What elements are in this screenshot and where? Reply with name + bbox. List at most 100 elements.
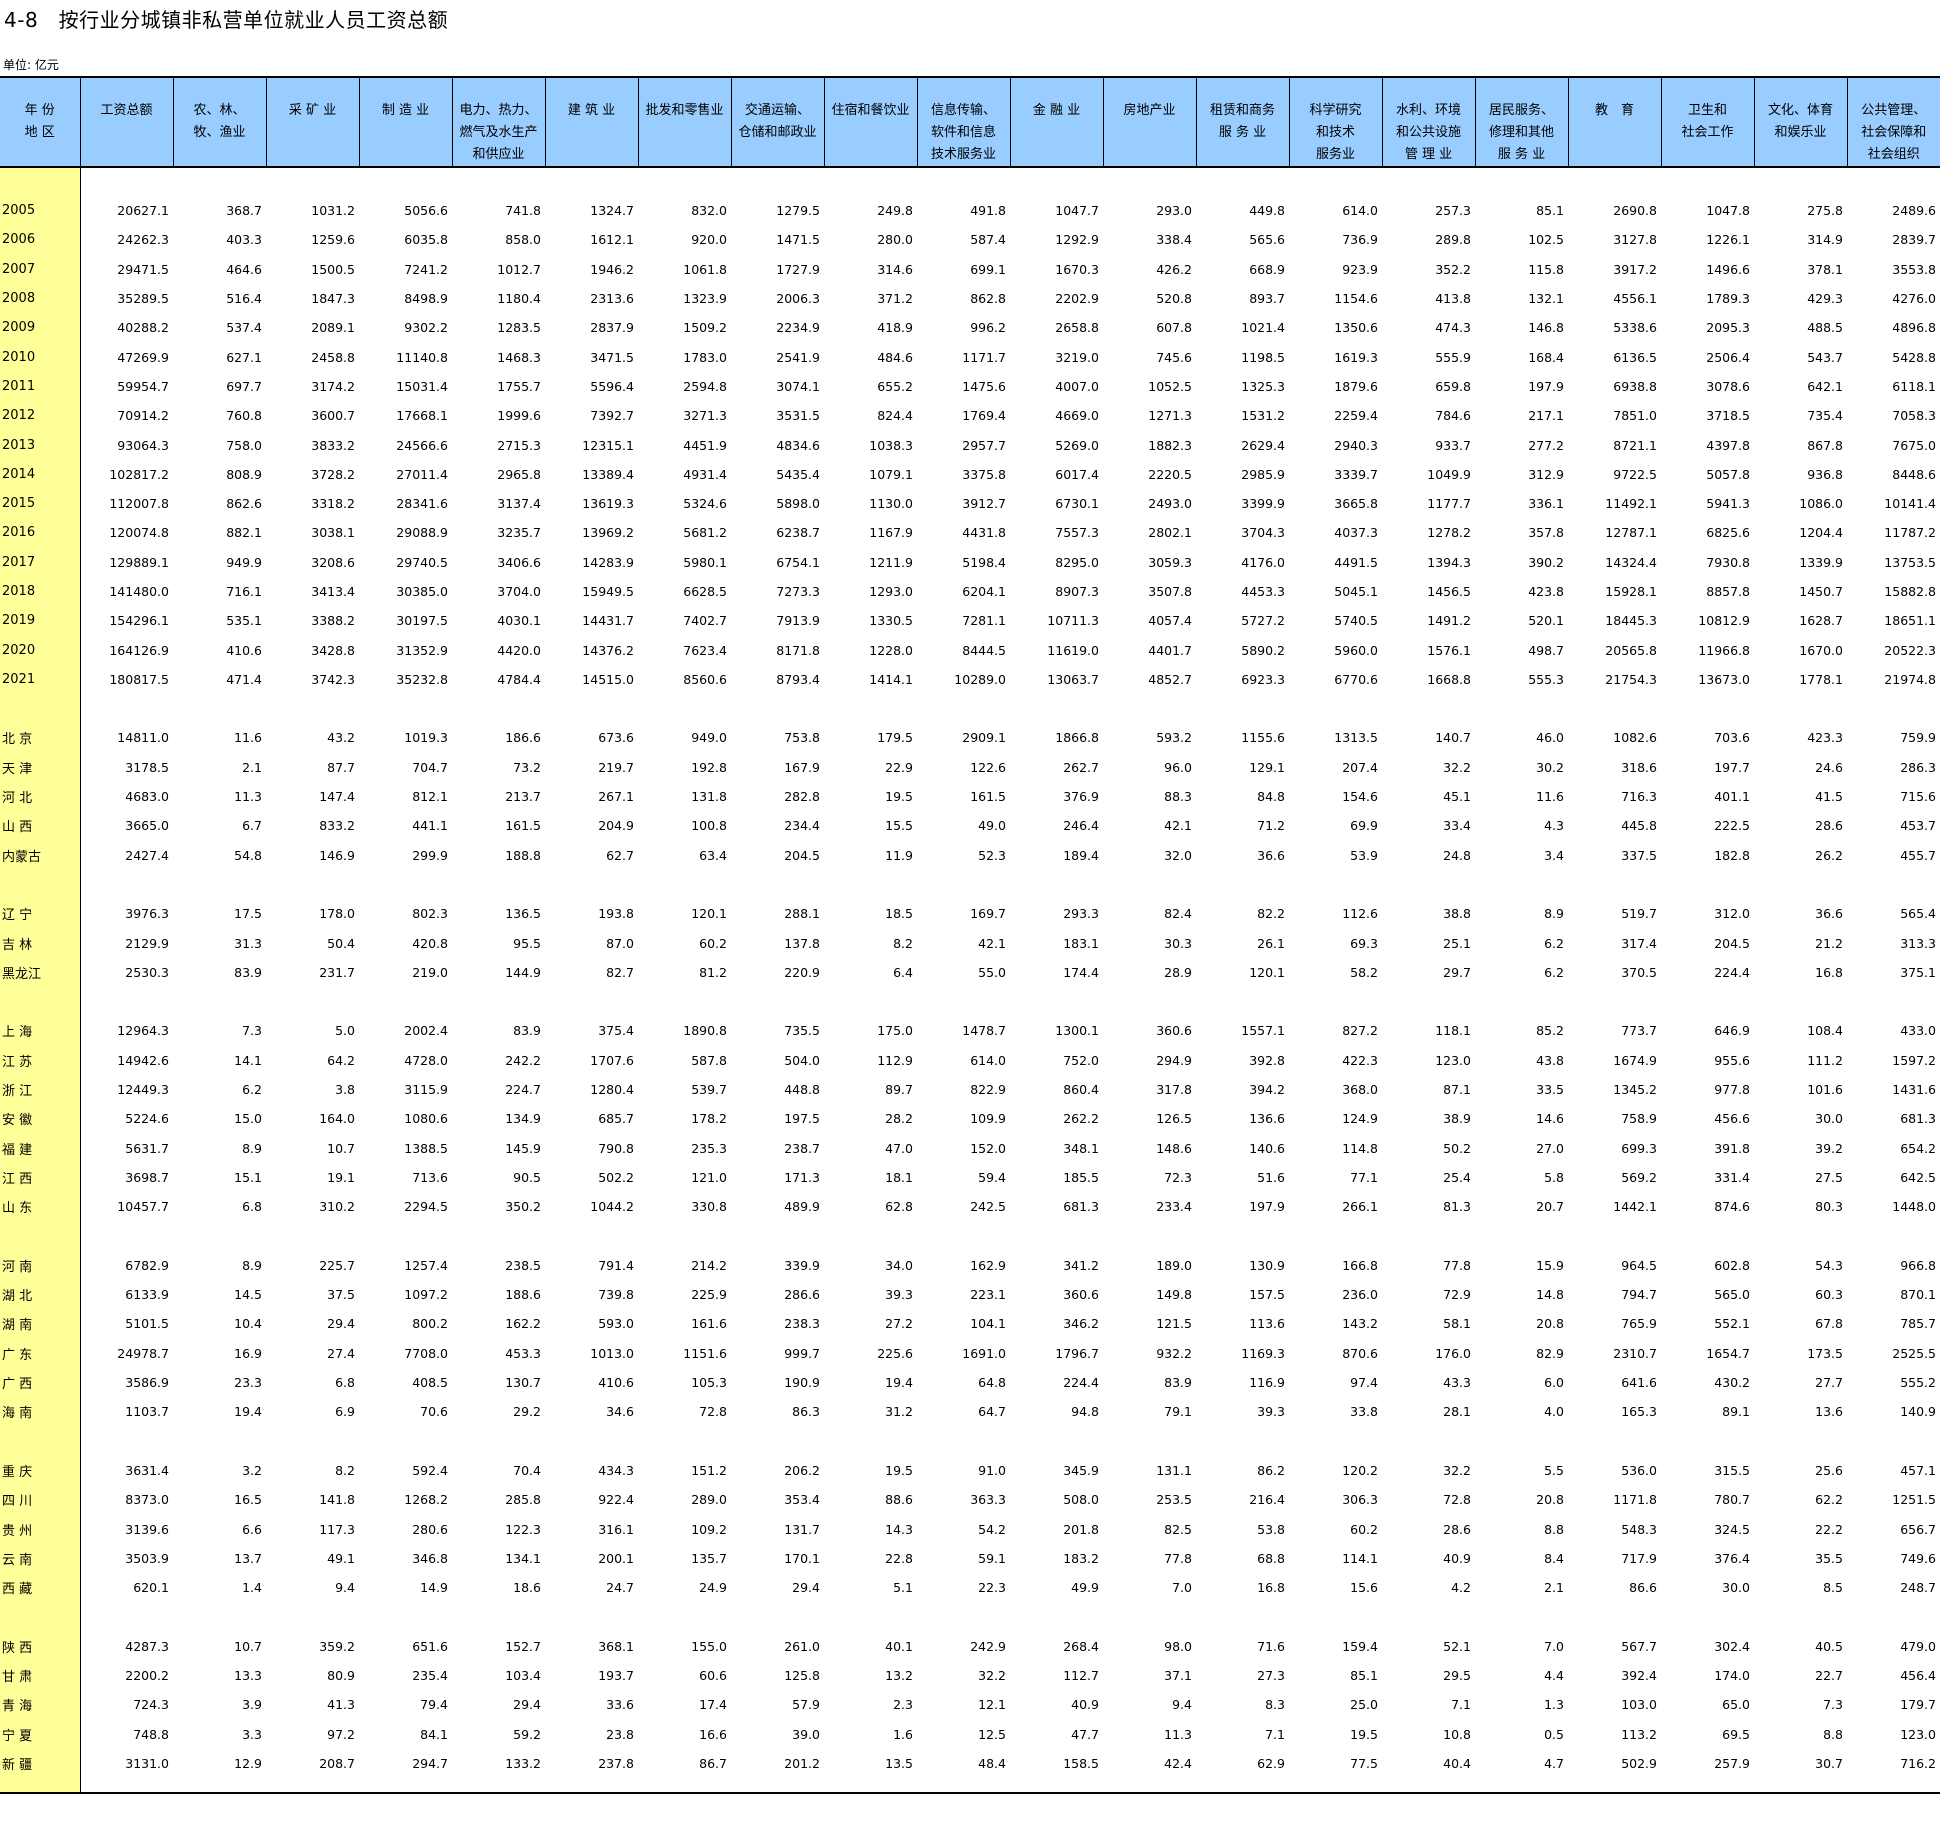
data-cell: 189.0 bbox=[1156, 1257, 1192, 1273]
empty-cell bbox=[1382, 1221, 1475, 1250]
data-cell: 1557.1 bbox=[1241, 1023, 1285, 1039]
header-row: 年 份 地 区 工资总额 农、林、 牧、渔业采 矿 业制 造 业电力、热力、 燃气… bbox=[0, 77, 1940, 167]
row-label: 西 藏 bbox=[0, 1572, 81, 1603]
data-cell: 236.0 bbox=[1342, 1287, 1378, 1303]
data-cell: 161.5 bbox=[970, 789, 1006, 805]
table-row: 海 南 1103.7 19.4 6.9 70.6 29.2 34.6 72.8 86.3 31.2… bbox=[0, 1397, 1940, 1427]
data-cell: 1038.3 bbox=[869, 437, 913, 453]
data-cell: 27.0 bbox=[1536, 1140, 1564, 1156]
data-cell: 233.4 bbox=[1156, 1199, 1192, 1215]
data-cell: 59954.7 bbox=[117, 378, 169, 394]
data-cell: 484.6 bbox=[877, 349, 913, 365]
data-cell: 430.2 bbox=[1714, 1375, 1750, 1391]
data-cell: 1047.7 bbox=[1055, 203, 1099, 219]
empty-cell bbox=[1475, 1778, 1568, 1795]
empty-cell bbox=[1289, 1221, 1382, 1250]
data-cell: 12964.3 bbox=[117, 1023, 169, 1039]
column-header: 工资总额 bbox=[79, 77, 173, 167]
empty-cell bbox=[1196, 167, 1289, 196]
row-label: 2007 bbox=[0, 254, 81, 284]
data-cell: 403.3 bbox=[226, 232, 262, 248]
table-row: 2009 40288.2 537.4 2089.1 9302.2 1283.5 2837.9… bbox=[0, 313, 1940, 343]
data-cell: 5890.2 bbox=[1241, 642, 1285, 658]
table-row: 江 苏 14942.6 14.1 64.2 4728.0 242.2 1707.6 587.8… bbox=[0, 1045, 1940, 1075]
data-cell: 29.4 bbox=[792, 1580, 820, 1596]
data-cell: 4030.1 bbox=[497, 613, 541, 629]
data-cell: 77.5 bbox=[1350, 1755, 1378, 1771]
data-cell: 964.5 bbox=[1621, 1257, 1657, 1273]
data-cell: 862.6 bbox=[226, 496, 262, 512]
data-cell: 3078.6 bbox=[1706, 378, 1750, 394]
data-cell: 49.1 bbox=[327, 1550, 355, 1566]
data-cell: 2129.9 bbox=[125, 935, 169, 951]
data-cell: 85.2 bbox=[1536, 1023, 1564, 1039]
data-cell: 642.1 bbox=[1807, 378, 1843, 394]
empty-cell bbox=[80, 870, 173, 899]
column-header: 居民服务、 修理和其他 服 务 业 bbox=[1474, 77, 1568, 167]
data-cell: 164126.9 bbox=[109, 642, 169, 658]
spacer-row bbox=[0, 167, 1940, 196]
empty-cell bbox=[545, 987, 638, 1016]
data-cell: 790.8 bbox=[598, 1140, 634, 1156]
data-cell: 25.4 bbox=[1443, 1169, 1471, 1185]
data-cell: 69.5 bbox=[1722, 1726, 1750, 1742]
data-cell: 58.2 bbox=[1350, 964, 1378, 980]
row-label: 黑龙江 bbox=[0, 957, 81, 988]
row-label-spacer bbox=[0, 1426, 81, 1456]
data-cell: 178.0 bbox=[319, 906, 355, 922]
data-cell: 175.0 bbox=[877, 1023, 913, 1039]
data-cell: 30.3 bbox=[1164, 935, 1192, 951]
data-cell: 288.1 bbox=[784, 906, 820, 922]
data-cell: 14515.0 bbox=[582, 671, 634, 687]
data-cell: 140.6 bbox=[1249, 1140, 1285, 1156]
data-cell: 214.2 bbox=[691, 1257, 727, 1273]
data-cell: 151.2 bbox=[691, 1462, 727, 1478]
data-cell: 7.3 bbox=[1823, 1697, 1843, 1713]
data-cell: 2313.6 bbox=[590, 291, 634, 307]
data-cell: 6136.5 bbox=[1613, 349, 1657, 365]
data-cell: 555.3 bbox=[1528, 671, 1564, 687]
data-cell: 520.8 bbox=[1156, 291, 1192, 307]
data-cell: 338.4 bbox=[1156, 232, 1192, 248]
data-cell: 6.4 bbox=[893, 964, 913, 980]
data-cell: 433.0 bbox=[1900, 1023, 1936, 1039]
row-label-spacer bbox=[0, 1602, 81, 1632]
empty-cell bbox=[1754, 870, 1847, 899]
data-cell: 11.6 bbox=[1536, 789, 1564, 805]
empty-cell bbox=[80, 694, 173, 723]
data-cell: 1012.7 bbox=[497, 261, 541, 277]
data-cell: 310.2 bbox=[319, 1199, 355, 1215]
data-cell: 370.5 bbox=[1621, 964, 1657, 980]
data-cell: 3976.3 bbox=[125, 906, 169, 922]
data-cell: 188.6 bbox=[505, 1287, 541, 1303]
data-cell: 34.6 bbox=[606, 1404, 634, 1420]
data-cell: 1251.5 bbox=[1892, 1492, 1936, 1508]
data-cell: 1597.2 bbox=[1892, 1052, 1936, 1068]
data-cell: 5045.1 bbox=[1334, 584, 1378, 599]
data-cell: 423.8 bbox=[1528, 584, 1564, 599]
data-cell: 282.8 bbox=[784, 789, 820, 805]
data-cell: 375.4 bbox=[598, 1023, 634, 1039]
empty-cell bbox=[731, 1221, 824, 1250]
data-cell: 32.2 bbox=[1443, 759, 1471, 775]
data-cell: 11619.0 bbox=[1047, 642, 1099, 658]
data-cell: 548.3 bbox=[1621, 1521, 1657, 1537]
data-cell: 1414.1 bbox=[869, 671, 913, 687]
data-cell: 758.9 bbox=[1621, 1111, 1657, 1127]
data-cell: 144.9 bbox=[505, 964, 541, 980]
data-cell: 2985.9 bbox=[1241, 466, 1285, 482]
data-cell: 13.5 bbox=[885, 1755, 913, 1771]
data-cell: 502.9 bbox=[1621, 1755, 1657, 1771]
data-cell: 6.9 bbox=[335, 1404, 355, 1420]
data-cell: 18.1 bbox=[885, 1169, 913, 1185]
data-cell: 40.9 bbox=[1443, 1550, 1471, 1566]
empty-cell bbox=[1568, 870, 1661, 899]
data-cell: 15949.5 bbox=[582, 584, 634, 599]
data-cell: 87.1 bbox=[1443, 1082, 1471, 1098]
data-cell: 422.3 bbox=[1342, 1052, 1378, 1068]
data-cell: 8.2 bbox=[335, 1462, 355, 1478]
row-label-spacer bbox=[0, 167, 81, 196]
data-cell: 70.4 bbox=[513, 1462, 541, 1478]
table-row: 湖 南 5101.5 10.4 29.4 800.2 162.2 593.0 161.6 238… bbox=[0, 1309, 1940, 1339]
table-row: 吉 林 2129.9 31.3 50.4 420.8 95.5 87.0 60.2 137.8 8… bbox=[0, 928, 1940, 958]
